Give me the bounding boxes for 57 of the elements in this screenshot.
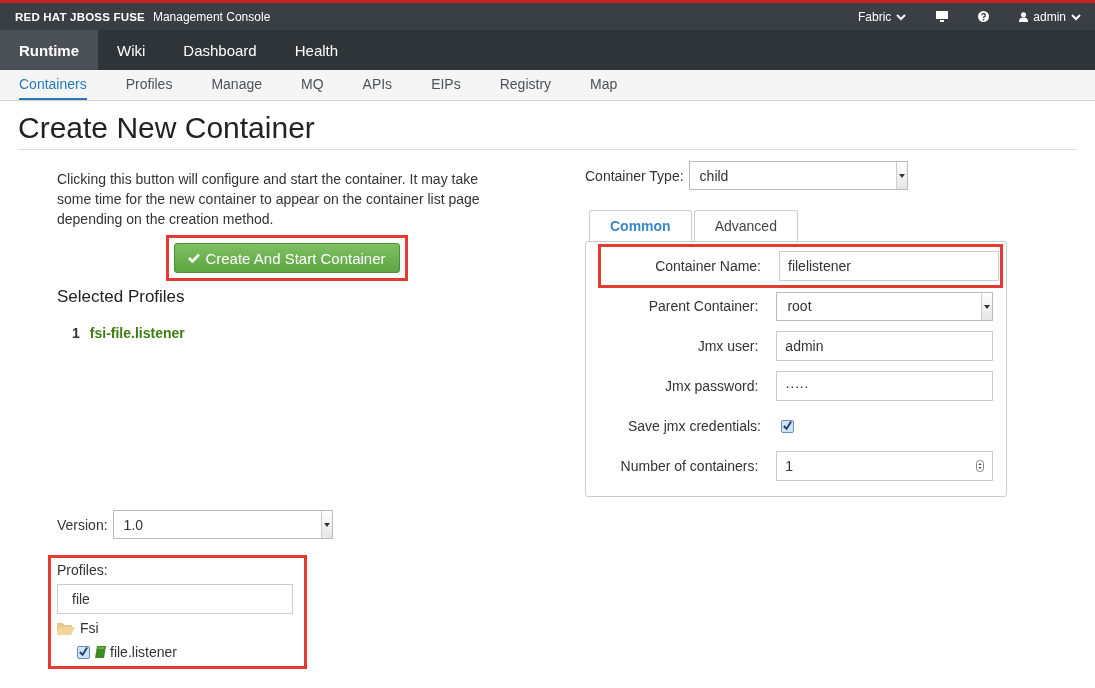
checkbox[interactable] [77, 645, 90, 659]
input-field[interactable]: admin [776, 331, 993, 361]
nav-tab[interactable]: Wiki [98, 30, 165, 70]
chevron-icon [896, 12, 907, 21]
field-label: Jmx password: [664, 378, 760, 394]
nav-tab[interactable]: Profiles [125, 70, 173, 100]
profile-link[interactable]: fsi-file.listener [89, 325, 185, 341]
brand-logo: RED HAT JBOSS FUSE [15, 10, 145, 23]
nav-tab[interactable]: Containers [19, 70, 87, 100]
section-title: Selected Profiles [57, 287, 186, 307]
field-label: Number of containers: [619, 458, 760, 474]
fabric-menu[interactable]: Fabric [857, 9, 907, 24]
input-field[interactable]: filelistener [779, 251, 999, 281]
input-field[interactable]: ····· [776, 371, 993, 401]
user-icon [1019, 11, 1029, 22]
nav-tab[interactable]: Dashboard [164, 30, 276, 70]
tab[interactable]: Common [589, 210, 692, 241]
field-label: Container Name: [654, 258, 762, 274]
nav-tab[interactable]: Health [275, 30, 358, 70]
monitor-icon [936, 11, 949, 22]
filter-field[interactable]: file [57, 584, 293, 614]
field-label: Save jmx credentials: [626, 418, 762, 434]
page-title: Create New Container [18, 111, 1077, 150]
nav-tab[interactable]: APIs [362, 70, 393, 100]
tab[interactable]: Advanced [693, 210, 798, 241]
select-field[interactable]: child [688, 161, 908, 190]
nav-tab[interactable]: Manage [211, 70, 262, 100]
field-label: Parent Container: [647, 298, 760, 314]
help-button[interactable] [978, 11, 990, 22]
caret-icon [895, 162, 907, 189]
list-index: 1 [72, 325, 80, 341]
check-icon [188, 253, 201, 263]
checkbox[interactable] [781, 419, 794, 433]
field-label: Version: [57, 516, 108, 533]
tree-item[interactable]: Fsi [80, 620, 99, 636]
help-icon [978, 11, 990, 22]
caret-icon [320, 511, 332, 538]
description-text: Clicking this button will configure and start the container. It may take some time for the new container to appear on the container list page depending on the creation method. [57, 170, 481, 229]
user-menu[interactable]: admin [1019, 9, 1081, 24]
spinner-icon [976, 460, 984, 472]
nav-tab[interactable]: EIPs [431, 70, 461, 100]
field-label: Profiles: [57, 562, 109, 578]
field-label: Jmx user: [696, 338, 760, 354]
tree-item[interactable]: file.listener [110, 644, 177, 660]
caret-icon [981, 292, 992, 320]
monitor-button[interactable] [936, 11, 949, 22]
number-field[interactable]: 1 [776, 451, 993, 481]
book-icon [94, 646, 106, 658]
nav-tab[interactable]: MQ [301, 70, 324, 100]
nav-tab[interactable]: Registry [499, 70, 552, 100]
product-name: Management Console [152, 9, 271, 24]
select-field[interactable]: root [776, 291, 993, 321]
chevron-icon [1071, 12, 1081, 21]
nav-tab[interactable]: Map [590, 70, 618, 100]
field-label: Container Type: [585, 167, 684, 184]
nav-tab[interactable]: Runtime [0, 30, 98, 70]
select-field[interactable]: 1.0 [112, 510, 333, 539]
